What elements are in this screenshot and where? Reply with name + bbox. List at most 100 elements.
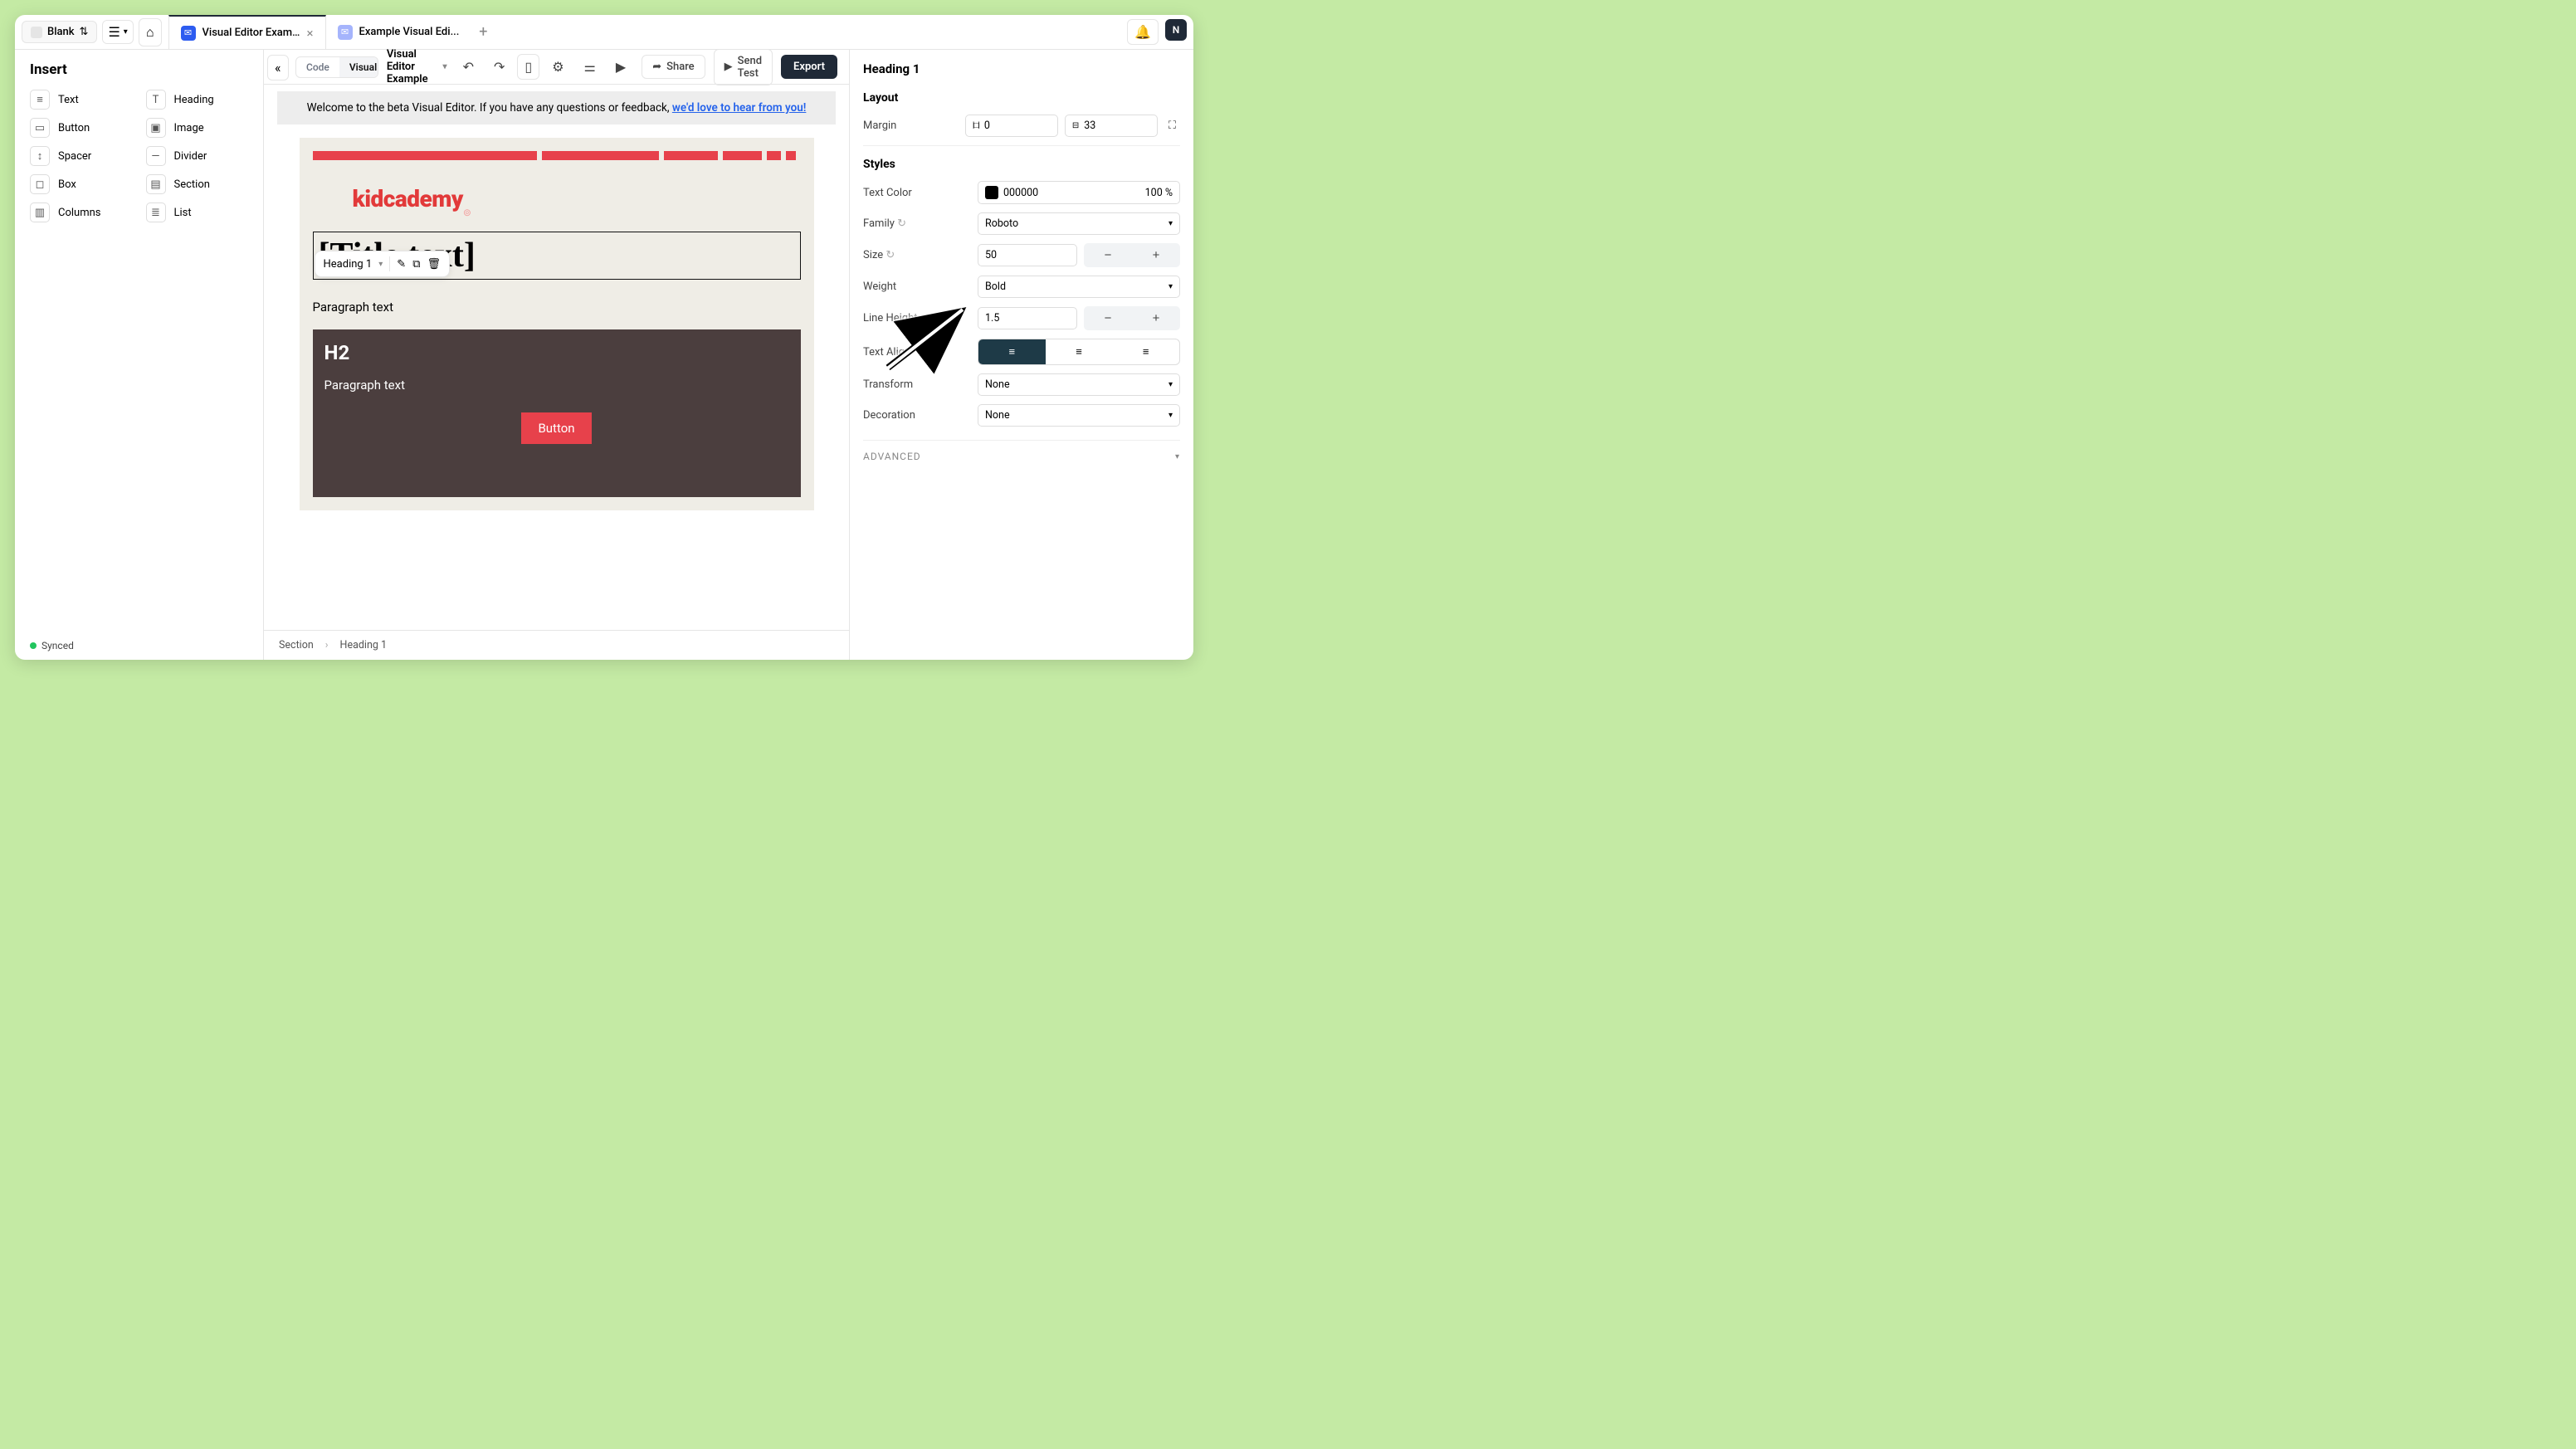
size-label: Size ↻ (863, 249, 971, 261)
breadcrumb-heading[interactable]: Heading 1 (340, 639, 387, 651)
insert-heading[interactable]: THeading (146, 90, 249, 110)
decrement-button[interactable]: − (1084, 243, 1132, 267)
tab-label: Visual Editor Exam... (202, 27, 300, 39)
send-test-button[interactable]: ▶Send Test (714, 49, 773, 85)
user-avatar[interactable]: N (1165, 19, 1187, 41)
insert-button[interactable]: ▭ Button (30, 118, 133, 138)
status-dot-icon (30, 642, 37, 649)
align-center-button[interactable]: ≡ (1046, 339, 1113, 364)
tab-label: Example Visual Edi... (359, 26, 460, 38)
columns-icon: ▥ (30, 202, 50, 222)
undo-button[interactable]: ↶ (456, 54, 481, 80)
mail-icon: ✉ (181, 26, 196, 41)
section-element[interactable]: H2 Paragraph text Button (313, 329, 801, 497)
line-height-input[interactable]: 1.5 (978, 307, 1077, 329)
margin-v-input[interactable]: ⊟33 (1065, 115, 1158, 137)
mode-visual[interactable]: Visual (339, 57, 378, 77)
play-button[interactable]: ▶ (608, 54, 633, 80)
transform-select[interactable]: None▾ (978, 373, 1180, 396)
notifications-button[interactable]: 🔔 (1127, 19, 1159, 45)
chevron-updown-icon: ⇅ (80, 26, 89, 38)
bell-icon: 🔔 (1134, 24, 1151, 40)
text-color-label: Text Color (863, 187, 971, 199)
breadcrumb-section[interactable]: Section (279, 639, 314, 651)
weight-label: Weight (863, 281, 971, 293)
close-icon[interactable]: × (306, 26, 313, 41)
margin-label: Margin (863, 120, 959, 132)
button-element[interactable]: Button (521, 412, 591, 444)
heading-2-element[interactable]: H2 (324, 341, 789, 364)
email-canvas: kidcademy⊚ Heading 1 ▾ ✎ ⧉ 🗑 [Title text… (300, 138, 814, 510)
insert-item-label: Button (58, 122, 90, 134)
button-icon: ▭ (30, 118, 50, 138)
tab-example-visual-editor[interactable]: ✉ Example Visual Edi... (326, 15, 471, 49)
share-button[interactable]: ➦Share (642, 55, 705, 79)
insert-item-label: Divider (174, 150, 207, 163)
insert-image[interactable]: ▣Image (146, 118, 249, 138)
reset-icon[interactable]: ↻ (897, 217, 906, 230)
mode-code[interactable]: Code (296, 57, 339, 77)
collapse-sidebar-button[interactable]: « (267, 55, 289, 80)
gear-icon: ⚙ (552, 59, 564, 75)
document-title[interactable]: Visual Editor Example ▾ (387, 48, 447, 85)
insert-box[interactable]: ◻Box (30, 174, 133, 194)
text-icon: ≡ (30, 90, 50, 110)
insert-section[interactable]: ▤Section (146, 174, 249, 194)
view-mode-switcher: Code Visual Feedback (295, 56, 378, 78)
decrement-button[interactable]: − (1084, 306, 1132, 330)
chevron-down-icon[interactable]: ▾ (378, 260, 383, 269)
layers-button[interactable]: ☰▾ (102, 20, 133, 44)
spacer-icon: ↕ (30, 146, 50, 166)
font-size-input[interactable]: 50 (978, 244, 1077, 266)
feedback-link[interactable]: we'd love to hear from you! (672, 101, 806, 115)
transform-label: Transform (863, 378, 971, 391)
canvas-viewport[interactable]: kidcademy⊚ Heading 1 ▾ ✎ ⧉ 🗑 [Title text… (264, 124, 849, 630)
insert-item-label: List (174, 207, 192, 219)
sliders-icon: ⚌ (584, 59, 596, 75)
brand-logo: kidcademy⊚ (353, 185, 801, 215)
paragraph-element[interactable]: Paragraph text (313, 300, 801, 315)
increment-button[interactable]: + (1132, 243, 1180, 267)
font-family-select[interactable]: Roboto▾ (978, 212, 1180, 235)
insert-divider[interactable]: —Divider (146, 146, 249, 166)
insert-columns[interactable]: ▥Columns (30, 202, 133, 222)
decoration-select[interactable]: None▾ (978, 404, 1180, 427)
increment-button[interactable]: + (1132, 306, 1180, 330)
chevron-down-icon: ▾ (443, 62, 447, 71)
list-icon: ≣ (146, 202, 166, 222)
advanced-section-toggle[interactable]: ADVANCED ▾ (863, 440, 1180, 462)
box-icon: ◻ (30, 174, 50, 194)
duplicate-button[interactable]: ⧉ (412, 258, 420, 271)
home-icon: ⌂ (146, 24, 154, 40)
align-right-button[interactable]: ≡ (1112, 339, 1179, 364)
font-weight-select[interactable]: Bold▾ (978, 276, 1180, 298)
text-color-input[interactable]: 000000100 % (978, 181, 1180, 204)
margin-h-input[interactable]: |□|0 (965, 115, 1058, 137)
sidebar-title: Insert (30, 61, 248, 78)
sliders-button[interactable]: ⚌ (577, 54, 603, 80)
edit-button[interactable]: ✎ (397, 258, 406, 271)
mail-icon: ✉ (338, 25, 353, 40)
insert-text[interactable]: ≡Text (30, 90, 133, 110)
redo-button[interactable]: ↷ (486, 54, 512, 80)
expand-margin-button[interactable]: ⛶ (1164, 115, 1180, 136)
add-tab-button[interactable]: + (471, 15, 495, 49)
export-button[interactable]: Export (781, 55, 837, 79)
device-preview-button[interactable]: ▯ (517, 54, 539, 80)
layout-section-header: Layout (863, 91, 1180, 105)
delete-button[interactable]: 🗑 (427, 258, 441, 271)
send-icon: ▶ (724, 61, 733, 73)
project-selector[interactable]: Blank ⇅ (22, 21, 97, 43)
element-type-label[interactable]: Heading 1 (324, 258, 373, 271)
insert-spacer[interactable]: ↕Spacer (30, 146, 133, 166)
align-left-button[interactable]: ≡ (978, 339, 1046, 364)
insert-list[interactable]: ≣ List (146, 202, 249, 222)
section-icon: ▤ (146, 174, 166, 194)
home-button[interactable]: ⌂ (139, 18, 162, 46)
settings-button[interactable]: ⚙ (544, 54, 571, 80)
tab-visual-editor-example[interactable]: ✉ Visual Editor Exam... × (168, 15, 326, 49)
insert-sidebar: Insert ≡Text THeading ▭ Button ▣Image ↕Spacer… (15, 50, 264, 660)
stack-icon: ☰ (108, 24, 120, 40)
reset-icon[interactable]: ↻ (886, 249, 895, 261)
paragraph-element[interactable]: Paragraph text (324, 378, 789, 393)
